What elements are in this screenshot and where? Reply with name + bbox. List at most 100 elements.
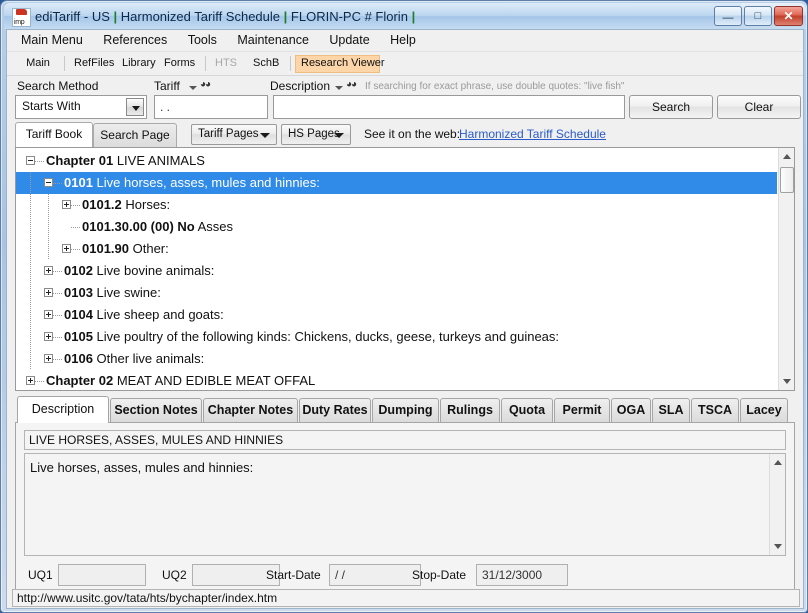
maximize-button[interactable]: □ [744,6,772,26]
tree-row[interactable]: Chapter 01 LIVE ANIMALS [16,150,777,172]
scroll-up-arrow-icon[interactable] [779,148,795,165]
tree-guide-line [30,304,31,326]
tree-row[interactable]: 0101.2 Horses: [16,194,777,216]
detail-tab-dumping[interactable]: Dumping [372,398,439,423]
tab-search-page[interactable]: Search Page [93,123,177,147]
tree-row-description: MEAT AND EDIBLE MEAT OFFAL [113,373,315,388]
tree-expand-icon[interactable] [26,376,35,385]
status-bar: http://www.usitc.gov/tata/hts/bychapter/… [12,589,800,607]
detail-heading: LIVE HORSES, ASSES, MULES AND HINNIES [24,430,786,450]
hs-pages-dropdown[interactable]: HS Pages [281,124,351,145]
harmonized-tariff-schedule-link[interactable]: Harmonized Tariff Schedule [459,127,606,141]
title-bar: imp ediTariff - US | Harmonized Tariff S… [4,3,806,29]
tree-row-label: 0104 Live sheep and goats: [64,304,224,326]
tree-connector-line [53,293,62,294]
tree-row[interactable]: 0105 Live poultry of the following kinds… [16,326,777,348]
tab-tariff-book[interactable]: Tariff Book [15,122,93,147]
clear-button[interactable]: Clear [717,95,801,119]
toolbar-button-hts[interactable]: HTS [210,55,242,73]
detail-tab-permit[interactable]: Permit [554,398,610,423]
window-title: ediTariff - US | Harmonized Tariff Sched… [35,7,415,27]
scroll-down-arrow-icon[interactable] [779,373,795,390]
tree-expand-icon[interactable] [44,332,53,341]
search-panel: Search Method Tariff ◕◕ Description ◕◕ I… [7,77,803,121]
detail-tab-duty-rates[interactable]: Duty Rates [299,398,371,423]
tree-row-code: 0103 [64,285,93,300]
detail-tab-rulings[interactable]: Rulings [440,398,500,423]
tree-expand-icon[interactable] [62,244,71,253]
tree-row-description: LIVE ANIMALS [113,153,205,168]
menu-item-tools[interactable]: Tools [180,30,225,49]
tariff-tree[interactable]: Chapter 01 LIVE ANIMALS0101 Live horses,… [15,147,795,391]
tariff-pages-dropdown[interactable]: Tariff Pages [191,124,277,145]
tree-collapse-icon[interactable] [44,178,53,187]
detail-tab-tsca[interactable]: TSCA [691,398,739,423]
tree-row-description: Live poultry of the following kinds: Chi… [93,329,559,344]
menu-item-maintenance[interactable]: Maintenance [229,30,317,49]
tree-expand-icon[interactable] [44,266,53,275]
toolbar-button-main[interactable]: Main [19,55,57,73]
tree-row[interactable]: 0101 Live horses, asses, mules and hinni… [16,172,777,194]
menu-item-main-menu[interactable]: Main Menu [13,30,91,49]
tree-expand-icon[interactable] [44,354,53,363]
detail-tab-oga[interactable]: OGA [611,398,651,423]
toolbar-button-library[interactable]: Library [117,55,159,73]
chevron-down-icon [260,133,270,138]
tree-scrollbar-thumb[interactable] [780,167,794,193]
tree-row[interactable]: 0101.30.00 (00) No Asses [16,216,777,238]
scroll-up-arrow-icon[interactable] [770,454,786,471]
close-button[interactable]: ✕ [774,6,803,26]
tariff-chevron-down-icon[interactable] [189,86,197,90]
tree-expand-icon[interactable] [62,200,71,209]
tree-guide-line [30,282,31,304]
description-binoculars-icon[interactable]: ◕◕ [346,79,356,90]
scroll-down-arrow-icon[interactable] [770,538,786,555]
detail-body[interactable]: Live horses, asses, mules and hinnies: [24,453,786,556]
tree-row[interactable]: 0103 Live swine: [16,282,777,304]
search-method-dropdown-button[interactable] [126,98,144,116]
tree-connector-line [35,381,44,382]
start-date-field[interactable]: / / [329,564,421,586]
description-hint: If searching for exact phrase, use doubl… [365,81,624,92]
tree-vertical-scrollbar[interactable] [778,148,794,390]
tariff-binoculars-icon[interactable]: ◕◕ [200,79,210,90]
tree-connector-line [35,161,44,162]
detail-tab-chapter-notes[interactable]: Chapter Notes [203,398,298,423]
tree-row[interactable]: 0106 Other live animals: [16,348,777,370]
window-title-separator-3: | [412,9,416,24]
tree-row[interactable]: 0102 Live bovine animals: [16,260,777,282]
tree-expand-icon[interactable] [44,288,53,297]
tree-row[interactable]: 0101.90 Other: [16,238,777,260]
uq1-field[interactable] [58,564,146,586]
detail-tab-quota[interactable]: Quota [501,398,553,423]
tree-connector-line [53,337,62,338]
detail-tabs: DescriptionSection NotesChapter NotesDut… [15,396,795,423]
tree-row[interactable]: 0104 Live sheep and goats: [16,304,777,326]
menu-item-update[interactable]: Update [321,30,377,49]
toolbar-button-schb[interactable]: SchB [248,55,284,73]
search-method-select[interactable]: Starts With [15,95,147,119]
stop-date-field[interactable]: 31/12/3000 [476,564,568,586]
description-input[interactable] [273,95,625,119]
tariff-input[interactable] [154,95,268,119]
detail-vertical-scrollbar[interactable] [769,454,785,555]
app-icon-label: imp [14,19,24,26]
tree-row-description: Live swine: [93,285,161,300]
menu-item-help[interactable]: Help [382,30,424,49]
menu-item-references[interactable]: References [95,30,175,49]
tree-expand-icon[interactable] [44,310,53,319]
search-button[interactable]: Search [629,95,713,119]
minimize-button[interactable]: — [714,6,742,26]
tree-row[interactable]: Chapter 02 MEAT AND EDIBLE MEAT OFFAL [16,370,777,391]
toolbar-button-reffiles[interactable]: RefFiles [69,55,117,73]
detail-tab-sla[interactable]: SLA [652,398,690,423]
toolbar-button-research-viewer[interactable]: Research Viewer [295,55,380,73]
toolbar-button-forms[interactable]: Forms [159,55,199,73]
detail-tab-section-notes[interactable]: Section Notes [110,398,202,423]
tree-collapse-icon[interactable] [26,156,35,165]
detail-tab-lacey[interactable]: Lacey [740,398,788,423]
tree-row-label: 0103 Live swine: [64,282,161,304]
description-chevron-down-icon[interactable] [335,86,343,90]
application-window: imp ediTariff - US | Harmonized Tariff S… [0,0,808,613]
detail-tab-description[interactable]: Description [17,396,109,423]
